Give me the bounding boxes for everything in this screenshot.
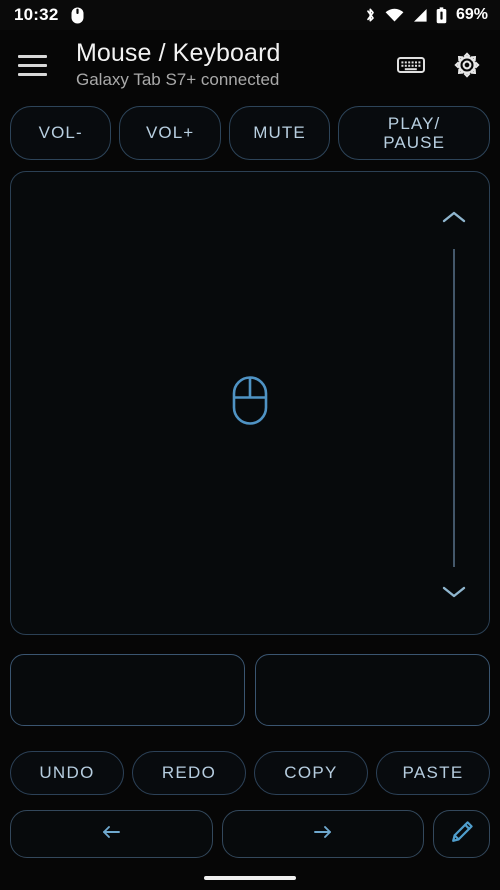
status-clock: 10:32 (14, 5, 59, 24)
app-screen: 10:32 69% Mouse / Keyboard Galaxy Tab S7… (0, 0, 500, 890)
play-pause-button[interactable]: PLAY/ PAUSE (338, 106, 490, 160)
status-bar-right: 69% (364, 6, 488, 24)
keyboard-icon[interactable] (396, 50, 426, 80)
hamburger-menu-icon[interactable] (18, 48, 52, 82)
mute-button[interactable]: MUTE (228, 106, 331, 160)
cellular-signal-icon (412, 7, 428, 24)
gear-icon[interactable] (452, 50, 482, 80)
page-title: Mouse / Keyboard (76, 39, 281, 68)
chevron-up-icon[interactable] (442, 210, 466, 229)
forward-button[interactable] (221, 810, 424, 858)
vertical-scroll-strip[interactable] (419, 172, 489, 634)
media-controls-row: VOL- VOL+ MUTE PLAY/ PAUSE (10, 106, 490, 160)
arrow-left-icon (100, 823, 122, 846)
app-bar-actions (396, 50, 482, 80)
app-bar: Mouse / Keyboard Galaxy Tab S7+ connecte… (0, 30, 500, 100)
volume-up-button[interactable]: VOL+ (119, 106, 221, 160)
text-input-button[interactable] (433, 810, 490, 858)
right-click-button[interactable] (255, 654, 490, 726)
chevron-down-icon[interactable] (442, 585, 466, 604)
redo-button[interactable]: REDO (132, 751, 246, 795)
hamburger-line (18, 63, 47, 67)
title-block: Mouse / Keyboard Galaxy Tab S7+ connecte… (76, 40, 396, 90)
bluetooth-icon (364, 7, 377, 24)
left-click-button[interactable] (10, 654, 245, 726)
paste-button[interactable]: PASTE (376, 751, 490, 795)
navigation-controls-row (10, 810, 490, 858)
mouse-icon (232, 376, 268, 431)
pencil-icon (449, 819, 475, 850)
connection-status-subtitle: Galaxy Tab S7+ connected (76, 69, 280, 89)
hamburger-line (18, 54, 47, 58)
status-bar: 10:32 69% (0, 0, 500, 30)
back-button[interactable] (10, 810, 213, 858)
status-bar-left: 10:32 (14, 5, 84, 25)
hamburger-line (18, 72, 47, 76)
undo-button[interactable]: UNDO (10, 751, 124, 795)
arrow-right-icon (312, 823, 334, 846)
touchpad-area[interactable] (10, 171, 490, 635)
volume-down-button[interactable]: VOL- (10, 106, 112, 160)
battery-percentage: 69% (455, 6, 488, 23)
edit-controls-row: UNDO REDO COPY PASTE (10, 751, 490, 795)
battery-icon (436, 6, 447, 24)
scroll-track[interactable] (453, 249, 455, 567)
mouse-icon (71, 7, 84, 24)
home-gesture-bar[interactable] (204, 876, 296, 880)
wifi-icon (385, 7, 404, 24)
click-buttons-row (10, 654, 490, 726)
copy-button[interactable]: COPY (254, 751, 368, 795)
